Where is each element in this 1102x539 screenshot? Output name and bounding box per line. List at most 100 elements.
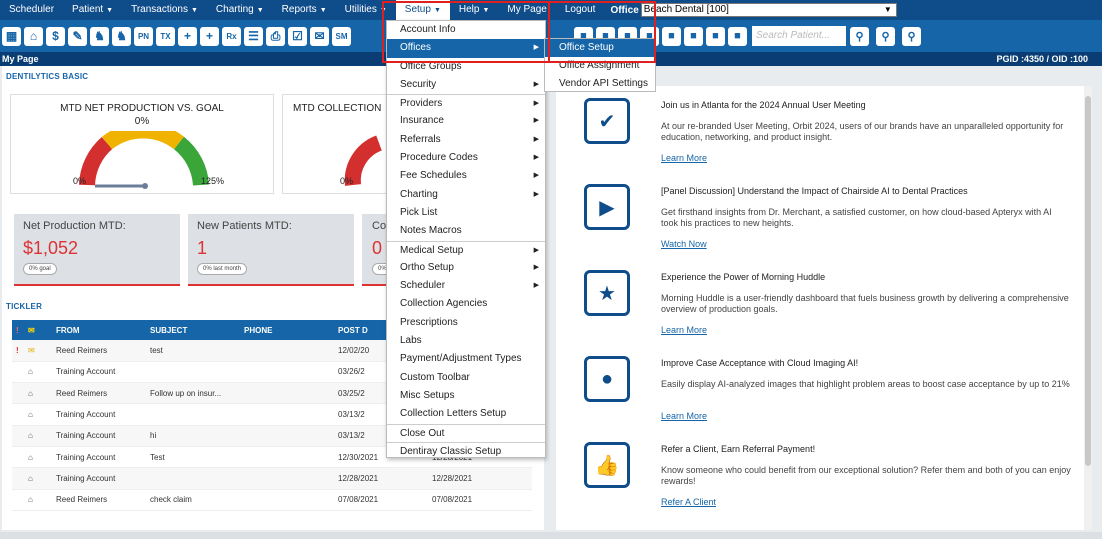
person-add-icon[interactable]: + [178, 26, 197, 46]
setup-menu-item-notes-macros[interactable]: Notes Macros [387, 222, 545, 240]
pencil-icon[interactable]: ✎ [68, 26, 87, 46]
setup-menu-item-custom-toolbar[interactable]: Custom Toolbar [387, 369, 545, 387]
offices-submenu-item-vendor-api-settings[interactable]: Vendor API Settings [545, 75, 655, 93]
from-cell: Training Account [52, 403, 146, 426]
menu-label: Patient [72, 4, 104, 15]
setup-menu-item-account-info[interactable]: Account Info [387, 21, 545, 39]
sm-icon[interactable]: SM [332, 26, 351, 46]
tx-icon[interactable]: TX [156, 26, 175, 46]
printer-icon[interactable]: ■ [706, 26, 725, 46]
menu-my-page[interactable]: My Page [498, 0, 555, 20]
setup-menu-item-procedure-codes[interactable]: Procedure Codes [387, 149, 545, 168]
checkbox-icon[interactable]: ⚲ [876, 26, 895, 46]
chevron-down-icon: ▼ [256, 7, 264, 14]
setup-menu-item-pick-list[interactable]: Pick List [387, 204, 545, 222]
setup-menu-item-dentiray-classic-setup[interactable]: Dentiray Classic Setup [387, 441, 545, 460]
news-link[interactable]: Learn More [661, 153, 707, 163]
mail-icon: ⌂ [24, 425, 52, 447]
priority-flag [12, 489, 24, 511]
rx-icon[interactable]: Rx [222, 26, 241, 46]
calendar-icon[interactable]: ▦ [2, 26, 21, 46]
menu-label: Logout [564, 4, 596, 15]
person-add-icon[interactable]: + [200, 26, 219, 46]
news-link[interactable]: Refer A Client [661, 497, 716, 507]
subject-cell [146, 467, 240, 490]
gauge-pivot [142, 183, 148, 189]
offices-submenu-item-office-assignment[interactable]: Office Assignment [545, 57, 655, 75]
priority-flag [12, 361, 24, 384]
news-body: At our re-branded User Meeting, Orbit 20… [661, 121, 1064, 142]
check-list-icon[interactable]: ☑ [288, 26, 307, 46]
setup-menu-item-security[interactable]: Security [387, 76, 545, 95]
menu-patient[interactable]: Patient ▼ [63, 0, 122, 20]
news-scrollbar[interactable] [1084, 86, 1092, 530]
setup-menu-item-medical-setup[interactable]: Medical Setup [387, 240, 545, 260]
patient-search-input[interactable]: Search Patient... [752, 26, 846, 46]
tooth-icon[interactable]: ♞ [112, 26, 131, 46]
pn-icon[interactable]: PN [134, 26, 153, 46]
mail-icon: ⌂ [24, 489, 52, 511]
news-link[interactable]: Learn More [661, 411, 707, 421]
menu-label: My Page [507, 4, 547, 15]
printer-icon[interactable]: ⎙ [266, 26, 285, 46]
news-title: Refer a Client, Earn Referral Payment! [661, 444, 816, 454]
tickler-row[interactable]: ⌂ Reed Reimers check claim 07/08/2021 07/08/… [12, 489, 532, 511]
setup-menu-item-referrals[interactable]: Referrals [387, 131, 545, 150]
setup-menu-item-fee-schedules[interactable]: Fee Schedules [387, 167, 545, 186]
dollar-icon[interactable]: $ [46, 26, 65, 46]
mail-icon: ⌂ [24, 361, 52, 384]
group-icon[interactable]: ■ [684, 26, 703, 46]
menu-utilities[interactable]: Utilities ▼ [336, 0, 396, 20]
setup-menu-item-misc-setups[interactable]: Misc Setups [387, 387, 545, 405]
setup-menu-item-insurance[interactable]: Insurance [387, 112, 545, 131]
offices-submenu-item-office-setup[interactable]: Office Setup [545, 39, 655, 57]
setup-menu-item-providers[interactable]: Providers [387, 94, 545, 114]
menu-setup[interactable]: Setup ▼ [395, 0, 450, 20]
subject-cell: test [146, 340, 240, 362]
setup-menu-item-close-out[interactable]: Close Out [387, 423, 545, 442]
chat-icon[interactable]: ✉ [310, 26, 329, 46]
setup-menu-item-payment-adjustment-types[interactable]: Payment/Adjustment Types [387, 350, 545, 368]
setup-menu-item-collection-letters-setup[interactable]: Collection Letters Setup [387, 405, 545, 423]
group-search-icon[interactable]: ⚲ [902, 26, 921, 46]
gauge-card-collection: MTD COLLECTION 0% [282, 94, 386, 194]
menu-charting[interactable]: Charting ▼ [207, 0, 273, 20]
setup-menu-item-labs[interactable]: Labs [387, 332, 545, 350]
menu-scheduler[interactable]: Scheduler [0, 0, 63, 20]
news-scroll-thumb[interactable] [1085, 96, 1091, 466]
mail-icon: ⌂ [24, 403, 52, 426]
menu-reports[interactable]: Reports ▼ [273, 0, 336, 20]
from-header[interactable]: FROM [52, 320, 146, 340]
office-select[interactable]: Beach Dental [100] ▼ [640, 3, 897, 17]
setup-menu-item-prescriptions[interactable]: Prescriptions [387, 314, 545, 332]
tickler-row[interactable]: ⌂ Training Account 12/28/2021 12/28/2021 [12, 467, 532, 490]
news-link[interactable]: Learn More [661, 325, 707, 335]
phone-header[interactable]: PHONE [240, 320, 334, 340]
setup-menu-item-offices[interactable]: Offices [387, 39, 545, 58]
tooth-icon[interactable]: ♞ [90, 26, 109, 46]
phone-cell [240, 425, 334, 447]
setup-menu-item-charting[interactable]: Charting [387, 186, 545, 205]
menu-transactions[interactable]: Transactions ▼ [122, 0, 207, 20]
setup-menu-item-office-groups[interactable]: Office Groups [387, 58, 545, 76]
news-body: Morning Huddle is a user-friendly dashbo… [661, 293, 1069, 314]
thumbs-up-icon: 👍 [584, 442, 630, 488]
setup-menu-item-scheduler[interactable]: Scheduler [387, 277, 545, 296]
menu-logout[interactable]: Logout [556, 0, 605, 20]
user-search-icon[interactable]: ⚲ [850, 26, 869, 46]
setup-menu-item-collection-agencies[interactable]: Collection Agencies [387, 295, 545, 313]
setup-menu-item-ortho-setup[interactable]: Ortho Setup [387, 259, 545, 278]
home-icon[interactable]: ⌂ [24, 26, 43, 46]
subject-header[interactable]: SUBJECT [146, 320, 240, 340]
list-icon[interactable]: ☰ [244, 26, 263, 46]
from-cell: Training Account [52, 361, 146, 384]
badge-icon[interactable]: ■ [728, 26, 747, 46]
main-menubar: Scheduler Patient ▼ Transactions ▼ Charting ▼ R… [0, 0, 1102, 20]
mail-icon: ✉ [24, 340, 52, 362]
menu-help[interactable]: Help ▼ [450, 0, 499, 20]
priority-flag: ! [12, 340, 24, 362]
news-link[interactable]: Watch Now [661, 239, 707, 249]
stat-value: 0 [372, 238, 383, 258]
clipboard-icon[interactable]: ■ [662, 26, 681, 46]
mail-icon: ⌂ [24, 467, 52, 490]
